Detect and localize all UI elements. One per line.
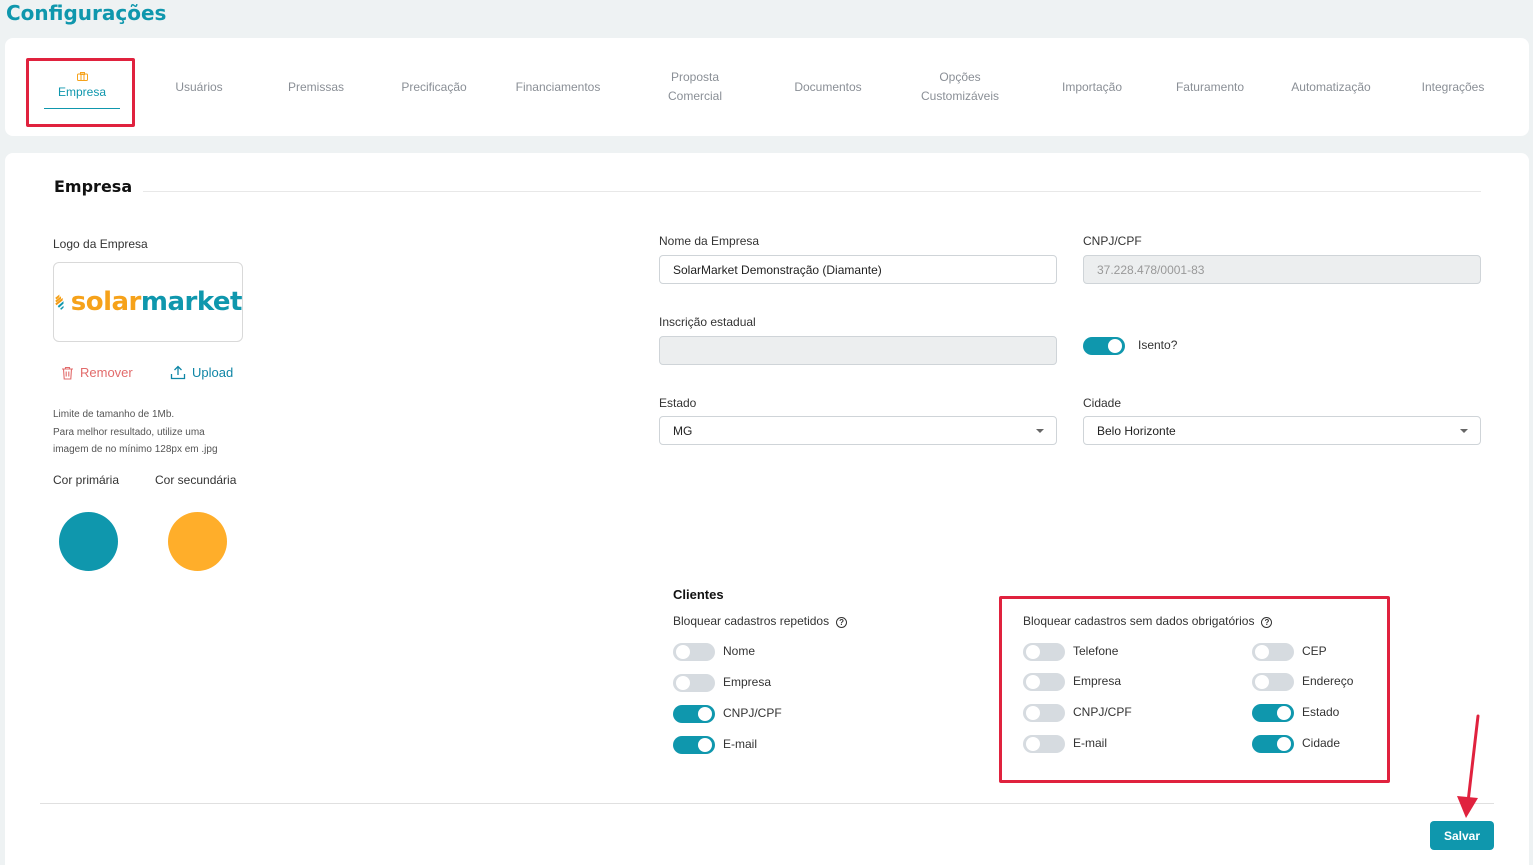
cnpj-input[interactable]: 37.228.478/0001-83: [1083, 255, 1481, 284]
city-select[interactable]: Belo Horizonte: [1083, 416, 1481, 445]
section-divider: [143, 191, 1481, 192]
remove-logo-button[interactable]: Remover: [61, 365, 133, 380]
annotation-highlight-required-fields: [999, 596, 1390, 783]
company-name-input[interactable]: SolarMarket Demonstração (Diamante): [659, 255, 1057, 284]
toggle-label: Nome: [723, 644, 756, 658]
state-registration-label: Inscrição estadual: [659, 315, 756, 329]
tab-label: Faturamento: [1175, 79, 1245, 94]
tab-label: Premissas: [287, 79, 344, 94]
primary-color-swatch[interactable]: [59, 512, 118, 571]
tab-proposta-comercial[interactable]: Proposta Comercial: [645, 38, 745, 136]
tab-label: Documentos: [794, 79, 862, 94]
toggle-repeated-empresa[interactable]: [673, 674, 715, 692]
logo-label: Logo da Empresa: [53, 237, 148, 251]
toggle-label: Empresa: [723, 675, 772, 689]
tab-label: Precificação: [401, 79, 467, 94]
company-name-label: Nome da Empresa: [659, 234, 760, 248]
tab-financiamentos[interactable]: Financiamentos: [503, 38, 613, 136]
city-label: Cidade: [1083, 396, 1122, 410]
caret-down-icon: [1460, 429, 1468, 433]
tab-opcoes-customizaveis[interactable]: Opções Customizáveis: [900, 38, 1020, 136]
tab-label: Financiamentos: [515, 79, 601, 94]
caret-down-icon: [1036, 429, 1044, 433]
block-repeated-heading: Bloquear cadastros repetidos?: [673, 614, 848, 628]
annotation-highlight-tab: [26, 58, 135, 127]
tab-documentos[interactable]: Documentos: [778, 38, 878, 136]
tab-importacao[interactable]: Importação: [1042, 38, 1142, 136]
upload-icon: [170, 365, 186, 380]
state-registration-input[interactable]: [659, 336, 1057, 365]
upload-logo-button[interactable]: Upload: [170, 365, 233, 380]
logo-hint: Limite de tamanho de 1Mb. Para melhor re…: [53, 409, 218, 455]
tab-integracoes[interactable]: Integrações: [1403, 38, 1503, 136]
tab-label: Usuários: [175, 79, 223, 94]
logo-wordmark: solarmarket: [70, 287, 243, 317]
exempt-toggle[interactable]: [1083, 337, 1125, 355]
save-button[interactable]: Salvar: [1430, 821, 1494, 850]
trash-icon: [62, 366, 73, 380]
tab-premissas[interactable]: Premissas: [266, 38, 366, 136]
exempt-label: Isento?: [1138, 338, 1178, 352]
company-logo: solarmarket: [53, 262, 243, 342]
tab-label: Automatização: [1291, 79, 1371, 94]
settings-tabs: Empresa Usuários Premissas Precificação …: [5, 38, 1529, 136]
solar-logo-mark-icon: [55, 294, 64, 310]
tab-automatizacao[interactable]: Automatização: [1276, 38, 1386, 136]
state-label: Estado: [659, 396, 697, 410]
toggle-repeated-cnpj[interactable]: [673, 705, 715, 723]
toggle-label: E-mail: [723, 737, 758, 751]
annotation-arrow-icon: [1457, 714, 1480, 818]
tab-precificacao[interactable]: Precificação: [384, 38, 484, 136]
tab-faturamento[interactable]: Faturamento: [1160, 38, 1260, 136]
page-title: Configurações: [6, 1, 167, 25]
toggle-repeated-nome[interactable]: [673, 643, 715, 661]
cnpj-label: CNPJ/CPF: [1083, 234, 1142, 248]
primary-color-label: Cor primária: [53, 473, 120, 487]
clients-title: Clientes: [673, 587, 724, 602]
tab-usuarios[interactable]: Usuários: [149, 38, 249, 136]
tab-label: Importação: [1061, 79, 1123, 94]
secondary-color-swatch[interactable]: [168, 512, 227, 571]
secondary-color-label: Cor secundária: [155, 473, 237, 487]
toggle-label: CNPJ/CPF: [723, 706, 782, 720]
state-select[interactable]: MG: [659, 416, 1057, 445]
help-circle-icon[interactable]: ?: [836, 617, 848, 628]
tab-label: Integrações: [1421, 79, 1485, 94]
section-title: Empresa: [54, 177, 133, 196]
tab-label: Opções Customizáveis: [920, 70, 1000, 103]
tab-label: Proposta Comercial: [667, 70, 722, 103]
footer-divider: [40, 803, 1494, 804]
toggle-repeated-email[interactable]: [673, 736, 715, 754]
